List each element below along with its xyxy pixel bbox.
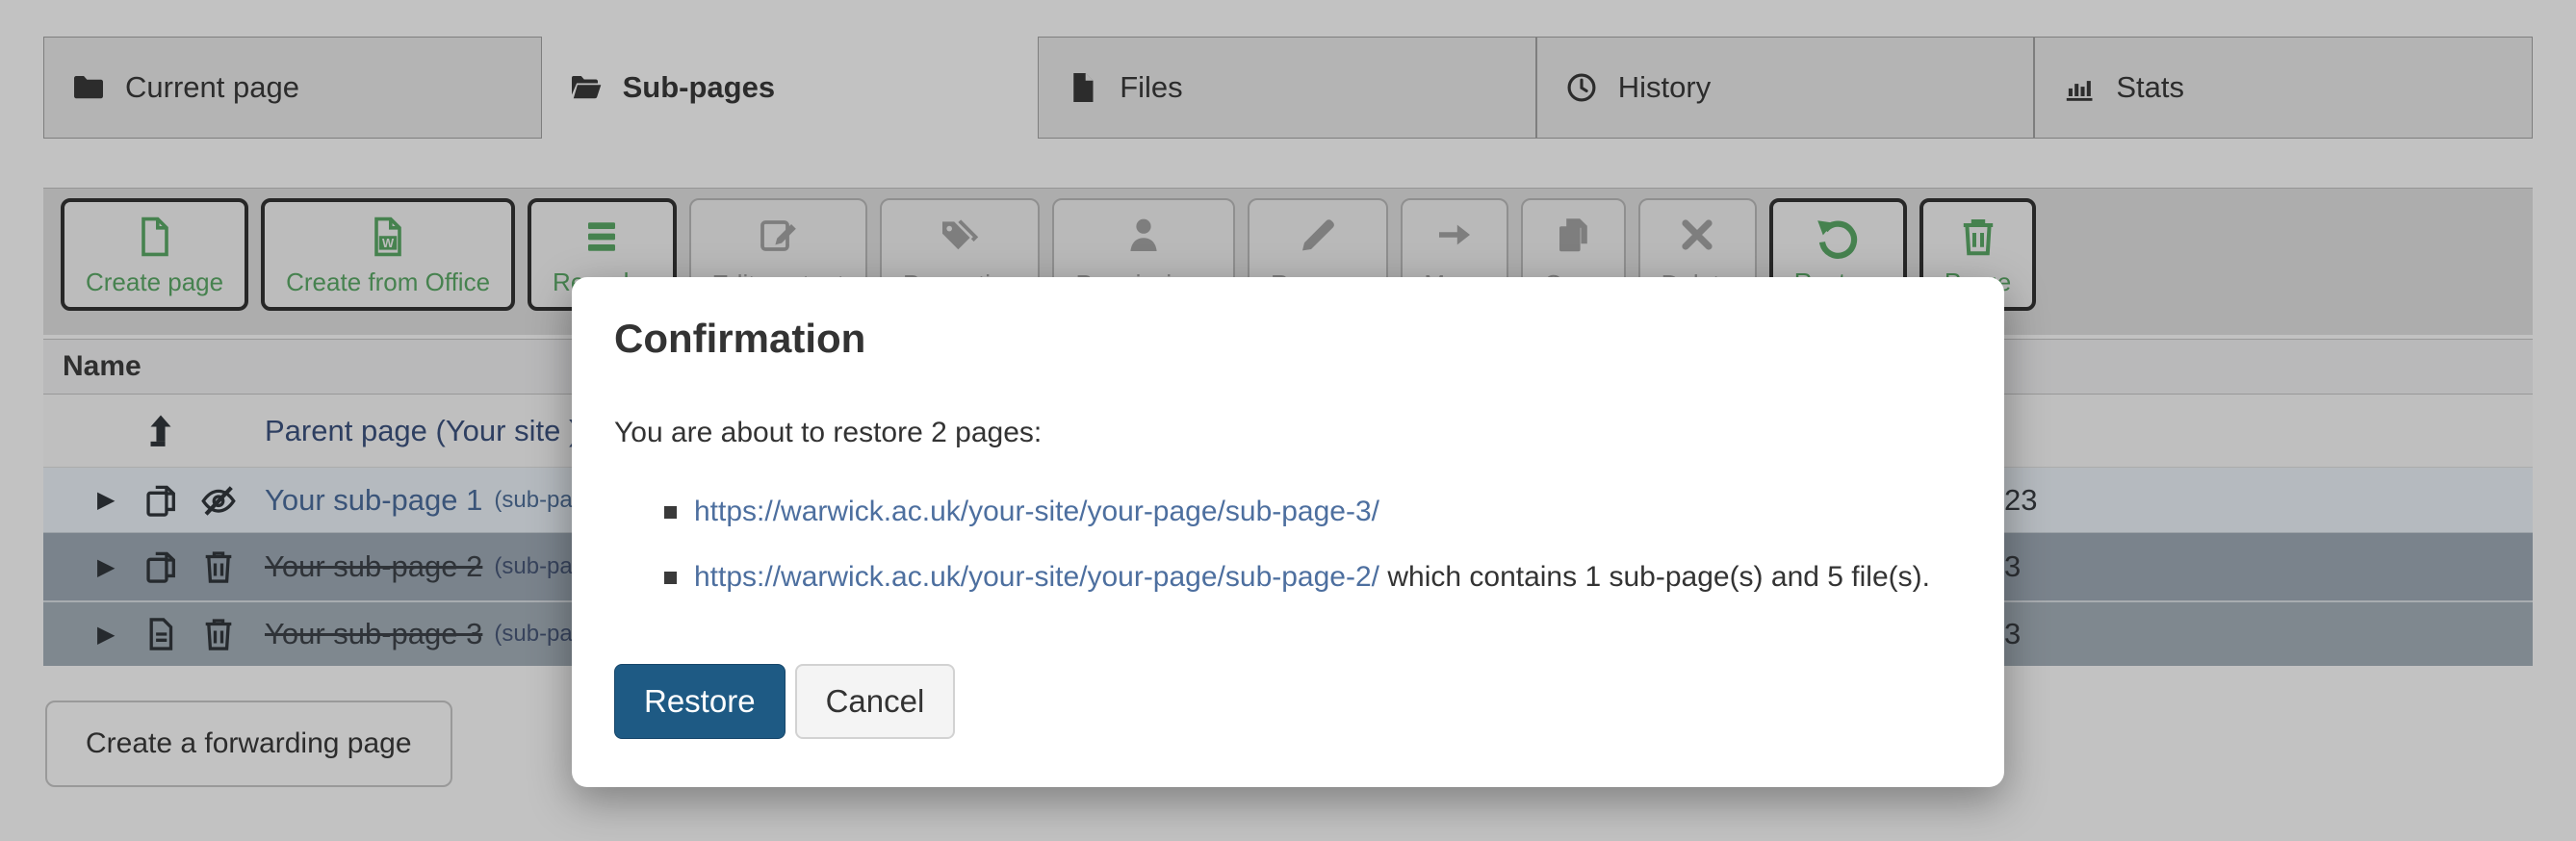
restore-url-link[interactable]: https://warwick.ac.uk/your-site/your-pag… bbox=[694, 495, 1379, 529]
dialog-actions: Restore Cancel bbox=[614, 664, 1962, 739]
confirm-restore-button[interactable]: Restore bbox=[614, 664, 786, 739]
bullet-square-icon bbox=[664, 572, 677, 584]
confirmation-dialog: Confirmation You are about to restore 2 … bbox=[572, 277, 2004, 787]
cancel-button[interactable]: Cancel bbox=[795, 664, 956, 739]
restore-url-link[interactable]: https://warwick.ac.uk/your-site/your-pag… bbox=[694, 560, 1379, 595]
list-item: https://warwick.ac.uk/your-site/your-pag… bbox=[614, 560, 1962, 595]
bullet-square-icon bbox=[664, 506, 677, 519]
list-item: https://warwick.ac.uk/your-site/your-pag… bbox=[614, 495, 1962, 529]
restore-url-list: https://warwick.ac.uk/your-site/your-pag… bbox=[614, 495, 1962, 595]
dialog-message: You are about to restore 2 pages: bbox=[614, 416, 1962, 450]
dialog-title: Confirmation bbox=[614, 316, 1962, 362]
sub-pages-screen: Current page Sub-pages Files History bbox=[0, 0, 2576, 841]
list-item-note: which contains 1 sub-page(s) and 5 file(… bbox=[1379, 560, 1930, 595]
